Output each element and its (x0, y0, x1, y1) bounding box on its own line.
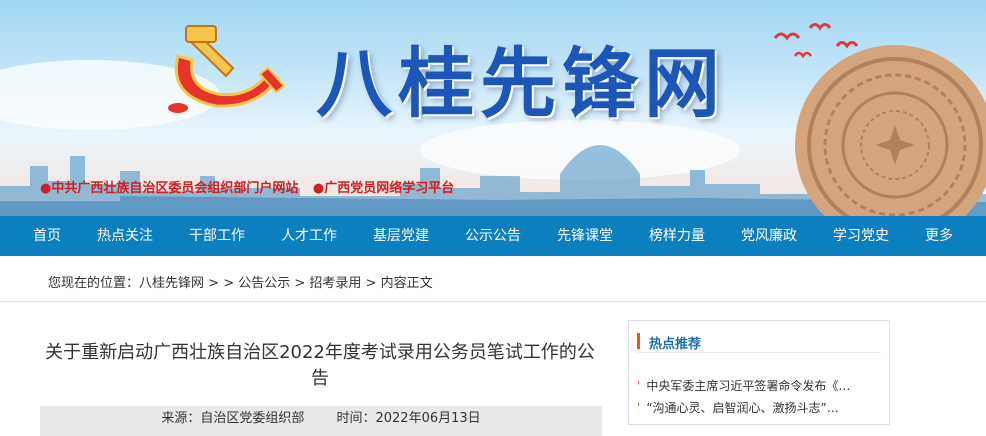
nav-item-integrity[interactable]: 党风廉政 (723, 216, 815, 256)
main-nav: 首页 热点关注 干部工作 人才工作 基层党建 公示公告 先锋课堂 榜样力量 党风… (0, 216, 986, 256)
breadcrumb-link-home[interactable]: 八桂先锋网 (139, 276, 204, 291)
banner-links: ●中共广西壮族自治区委员会组织部门户网站 ●广西党员网络学习平台 (40, 177, 464, 196)
heading-accent-bar (637, 333, 640, 349)
nav-item-talent-work[interactable]: 人才工作 (263, 216, 355, 256)
site-title: 八桂先锋网 (316, 39, 726, 128)
sidebar-heading: 热点推荐 (637, 333, 881, 353)
article-source: 来源：自治区党委组织部 (161, 411, 305, 426)
breadcrumb-link-content[interactable]: 内容正文 (381, 276, 433, 291)
list-item[interactable]: ' 中央军委主席习近平签署命令发布《… (637, 375, 883, 397)
breadcrumb-separator: > (361, 276, 381, 291)
breadcrumb-link-announcements[interactable]: 公告公示 (238, 276, 290, 291)
breadcrumb: 您现在的位置：八桂先锋网 > > 公告公示 > 招考录用 > 内容正文 (48, 272, 433, 291)
nav-item-party-history[interactable]: 学习党史 (815, 216, 907, 256)
article-title: 关于重新启动广西壮族自治区2022年度考试录用公务员笔试工作的公告 (45, 342, 595, 389)
nav-item-role-models[interactable]: 榜样力量 (631, 216, 723, 256)
breadcrumb-prefix: 您现在的位置： (48, 276, 140, 291)
list-item-text: 中央军委主席习近平签署命令发布《… (646, 379, 851, 393)
nav-item-announcements[interactable]: 公示公告 (447, 216, 539, 256)
nav-item-hot-topics[interactable]: 热点关注 (79, 216, 171, 256)
link-party-learning-platform[interactable]: ●广西党员网络学习平台 (313, 181, 454, 196)
breadcrumb-separator: > > (204, 276, 239, 291)
bullet-icon: ' (637, 379, 641, 393)
nav-item-home[interactable]: 首页 (15, 216, 79, 256)
party-emblem-icon (168, 25, 286, 113)
bullet-icon: ' (637, 401, 641, 415)
breadcrumb-bar: 您现在的位置：八桂先锋网 > > 公告公示 > 招考录用 > 内容正文 (0, 256, 986, 302)
sidebar-hot-recommend: 热点推荐 ' 中央军委主席习近平签署命令发布《… ' “沟通心灵、启智润心、激扬斗志… (628, 320, 890, 425)
list-item-text: “沟通心灵、启智润心、激扬斗志”… (646, 401, 839, 415)
nav-item-cadre-work[interactable]: 干部工作 (171, 216, 263, 256)
article-time: 时间：2022年06月13日 (336, 411, 481, 426)
nav-item-more[interactable]: 更多 (907, 216, 971, 256)
breadcrumb-link-recruitment[interactable]: 招考录用 (309, 276, 361, 291)
nav-item-grassroots-party[interactable]: 基层党建 (355, 216, 447, 256)
sidebar-list: ' 中央军委主席习近平签署命令发布《… ' “沟通心灵、启智润心、激扬斗志”… (637, 375, 883, 419)
link-organization-portal[interactable]: ●中共广西壮族自治区委员会组织部门户网站 (40, 181, 298, 196)
nav-item-vanguard-class[interactable]: 先锋课堂 (539, 216, 631, 256)
sidebar-heading-label: 热点推荐 (649, 337, 702, 352)
list-item[interactable]: ' “沟通心灵、启智润心、激扬斗志”… (637, 397, 883, 419)
bronze-drum-icon (795, 45, 986, 216)
article: 关于重新启动广西壮族自治区2022年度考试录用公务员笔试工作的公告 来源：自治区… (32, 320, 608, 436)
breadcrumb-separator: > (290, 276, 310, 291)
article-meta-bar: 来源：自治区党委组织部 时间：2022年06月13日 (40, 406, 602, 436)
site-banner: 八桂先锋网 ●中共广西壮族自治区委员会组织部门户网站 ●广西党员网络学习平台 (0, 0, 986, 216)
